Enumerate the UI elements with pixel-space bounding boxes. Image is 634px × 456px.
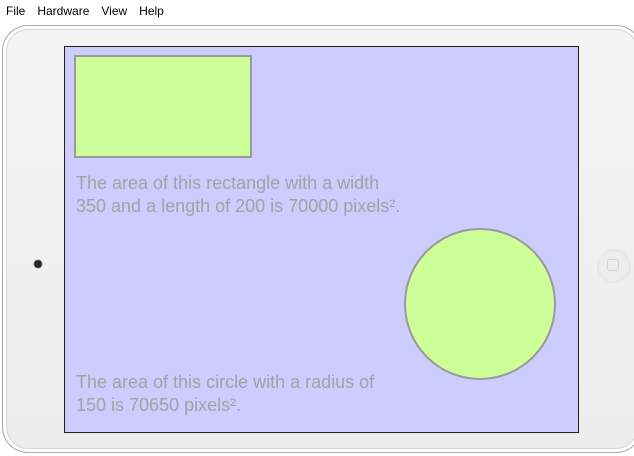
menu-view[interactable]: View: [95, 0, 133, 22]
circle-shape: [404, 228, 556, 380]
camera-icon: [34, 260, 42, 268]
circle-caption-line-1: The area of this circle with a radius of: [76, 372, 375, 392]
rectangle-caption: The area of this rectangle with a width …: [76, 172, 476, 218]
menu-help[interactable]: Help: [133, 0, 170, 22]
rectangle-caption-line-2: 350 and a length of 200 is 70000 pixels²…: [76, 196, 401, 216]
menu-bar: File Hardware View Help: [0, 0, 634, 22]
circle-caption-line-2: 150 is 70650 pixels².: [76, 395, 242, 415]
home-button[interactable]: [597, 249, 631, 283]
rectangle-shape: [74, 55, 252, 158]
device-screen: The area of this rectangle with a width …: [64, 46, 579, 433]
menu-file[interactable]: File: [0, 0, 31, 22]
rectangle-caption-line-1: The area of this rectangle with a width: [76, 173, 380, 193]
circle-caption: The area of this circle with a radius of…: [76, 371, 476, 417]
home-icon: [607, 259, 619, 271]
menu-hardware[interactable]: Hardware: [31, 0, 95, 22]
